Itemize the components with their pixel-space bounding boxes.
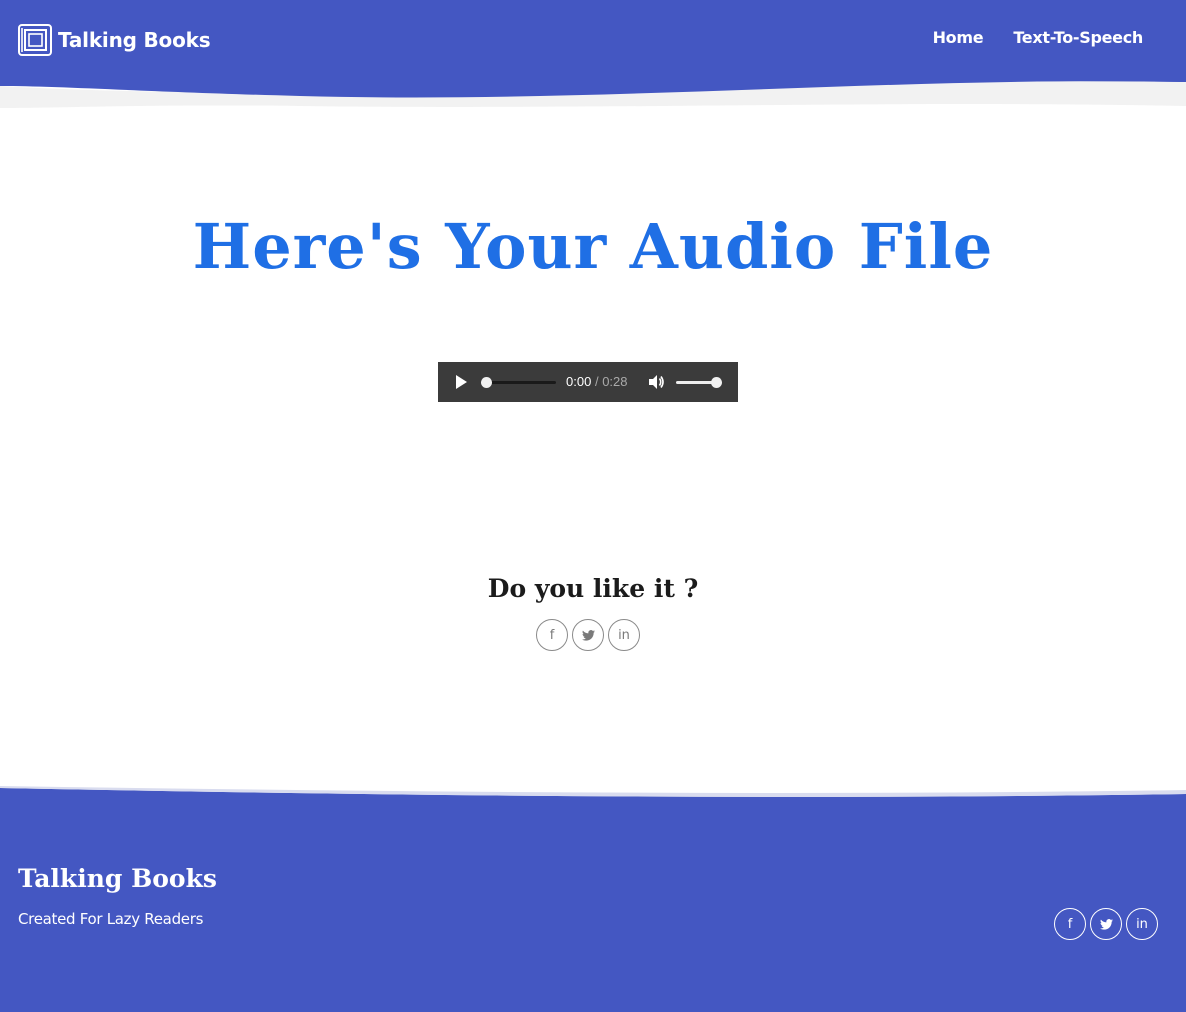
linkedin-icon[interactable]: in (1126, 908, 1158, 940)
volume-icon[interactable] (647, 373, 665, 391)
seek-handle[interactable] (481, 377, 492, 388)
twitter-bird-icon (581, 629, 595, 641)
twitter-icon[interactable] (572, 619, 604, 651)
footer-tagline: Created For Lazy Readers (18, 910, 204, 928)
linkedin-icon[interactable]: in (608, 619, 640, 651)
share-buttons: f in (536, 619, 640, 651)
brand-link[interactable]: Talking Books (18, 23, 211, 57)
navbar: Talking Books Home Text-To-Speech (0, 0, 1186, 84)
facebook-icon[interactable]: f (536, 619, 568, 651)
book-icon (18, 24, 52, 56)
seek-bar[interactable] (481, 377, 556, 388)
header-wave (0, 78, 1186, 108)
time-separator: / (594, 374, 599, 389)
main-nav: Home Text-To-Speech (933, 28, 1144, 47)
volume-handle[interactable] (711, 377, 722, 388)
twitter-bird-icon (1099, 918, 1113, 930)
footer-social-buttons: f in (1054, 908, 1158, 940)
duration: 0:28 (602, 374, 628, 389)
footer-title: Talking Books (18, 864, 217, 893)
audio-player: 0:00 / 0:28 (438, 362, 738, 402)
twitter-icon[interactable] (1090, 908, 1122, 940)
play-icon[interactable] (453, 374, 469, 390)
volume-slider[interactable] (676, 377, 722, 388)
footer (0, 800, 1186, 1012)
nav-text-to-speech-link[interactable]: Text-To-Speech (1013, 28, 1143, 47)
time-display: 0:00 / 0:28 (566, 374, 628, 389)
brand-name: Talking Books (58, 28, 211, 52)
nav-home-link[interactable]: Home (933, 28, 984, 47)
facebook-icon[interactable]: f (1054, 908, 1086, 940)
current-time: 0:00 (566, 374, 592, 389)
share-prompt: Do you like it ? (487, 574, 699, 603)
page-title: Here's Your Audio File (192, 210, 994, 283)
